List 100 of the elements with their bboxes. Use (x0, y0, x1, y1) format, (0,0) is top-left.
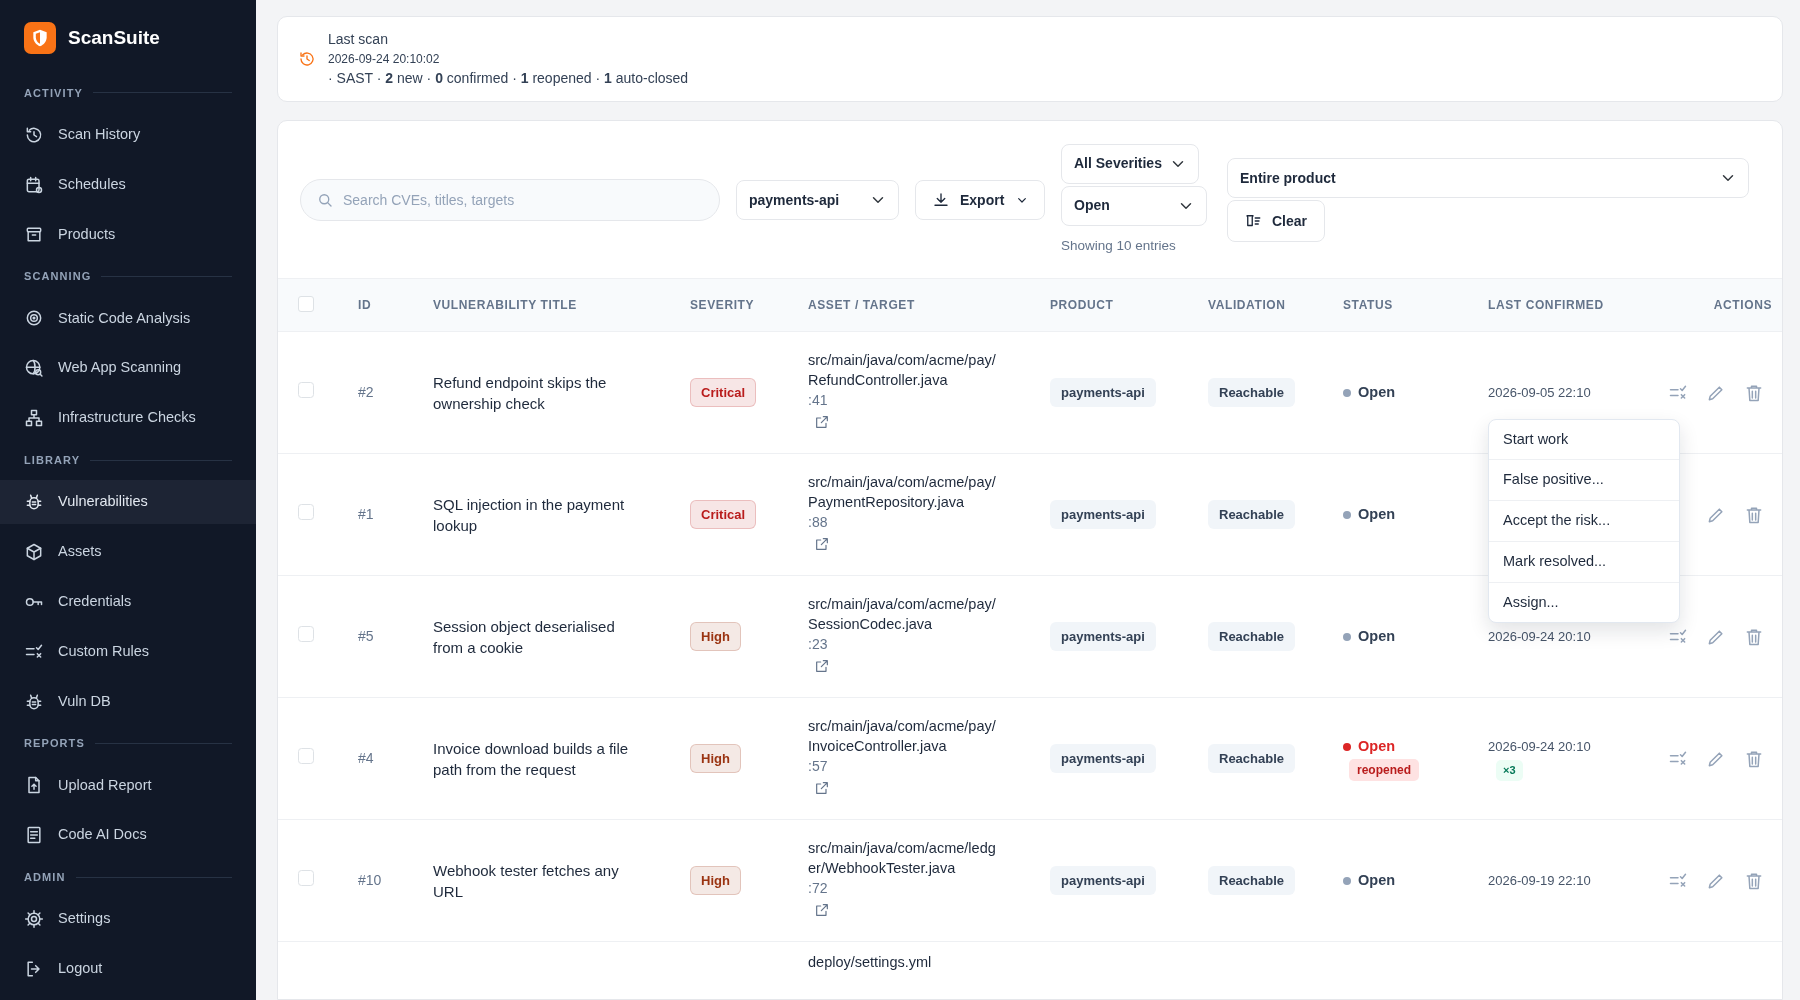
globe-icon (24, 358, 44, 379)
last-confirmed-date: 2026-09-05 22:10 (1488, 383, 1592, 402)
sidebar-item[interactable]: Assets (0, 527, 256, 577)
finding-title: Session object deserialised from a cookie (433, 616, 616, 658)
search-icon (316, 191, 334, 209)
section-heading: ACTIVITY (24, 85, 83, 101)
product-tag: payments-api (1050, 865, 1156, 896)
severity-tag: High (690, 743, 741, 774)
finding-id: #4 (358, 750, 374, 766)
column-header: PRODUCT (1050, 298, 1114, 312)
clear-button[interactable]: Clear (1227, 200, 1325, 242)
external-link-icon[interactable] (814, 657, 830, 674)
brand-name: ScanSuite (68, 25, 160, 50)
column-header: ASSET / TARGET (808, 298, 915, 312)
validation-tag: Reachable (1208, 743, 1296, 774)
download-icon (932, 191, 950, 209)
sidebar-item[interactable]: Web App Scanning (0, 343, 256, 394)
select-all-checkbox[interactable] (298, 296, 314, 312)
menu-item[interactable]: Start work (1489, 419, 1679, 460)
column-header: VALIDATION (1208, 298, 1286, 312)
status-text: Open (1358, 382, 1396, 402)
severity-select[interactable]: All Severities (1061, 143, 1199, 184)
severity-tag: High (690, 621, 741, 652)
finding-id: #1 (358, 506, 374, 522)
menu-item[interactable]: False positive... (1489, 459, 1679, 500)
external-link-icon[interactable] (814, 779, 830, 796)
sidebar-item[interactable]: Vuln DB (0, 676, 256, 727)
row-checkbox[interactable] (298, 626, 314, 642)
sidebar-item[interactable]: Upload Report (0, 760, 256, 811)
validation-tag: Reachable (1208, 865, 1296, 896)
document-icon (24, 825, 44, 846)
scope-select[interactable]: Entire product (1227, 158, 1749, 198)
product-tag: payments-api (1050, 499, 1156, 530)
section-heading: ADMIN (24, 870, 66, 885)
sidebar-item[interactable]: Static Code Analysis (0, 293, 256, 344)
validation-tag: Reachable (1208, 499, 1296, 530)
asset-path: deploy/settings.yml (808, 953, 933, 972)
reopened-tag: reopened (1349, 759, 1419, 782)
line-number: :41 (808, 390, 829, 410)
sidebar-item[interactable]: Settings (0, 894, 256, 945)
sidebar-item[interactable]: Vulnerabilities (0, 480, 256, 524)
severity-tag: High (690, 865, 741, 896)
status-text: Open (1358, 736, 1396, 756)
finding-title: Refund endpoint skips the ownership check (433, 372, 608, 414)
sidebar-item[interactable]: Code AI Docs (0, 810, 256, 861)
menu-item[interactable]: Accept the risk... (1489, 500, 1679, 541)
scan-summary: · SAST · 2 new · 0 confirmed · 1 reopened · 1 auto-closed (328, 69, 689, 88)
status-select[interactable]: Open (1061, 185, 1207, 226)
line-number: :72 (808, 878, 829, 898)
column-header: ACTIONS (1713, 298, 1772, 312)
asset-path: src/main/java/com/acme/ledger/WebhookTester.java (808, 838, 997, 878)
product-tag: payments-api (1050, 743, 1156, 774)
product-tag: payments-api (1050, 377, 1156, 408)
sidebar-item[interactable]: Scan History (0, 109, 256, 160)
external-link-icon[interactable] (814, 535, 830, 552)
sidebar-item[interactable]: Infrastructure Checks (0, 393, 256, 444)
finding-title: Webhook tester fetches any URL (433, 860, 620, 902)
sidebar-item[interactable]: Credentials (0, 576, 256, 627)
column-header: ID (358, 298, 372, 312)
line-number: :23 (808, 634, 829, 654)
column-header: SEVERITY (690, 298, 755, 312)
scan-time: 2026-09-24 20:10:02 (328, 51, 441, 68)
severity-tag: Critical (690, 499, 757, 530)
section-heading: SCANNING (24, 269, 92, 285)
sidebar-item[interactable]: Custom Rules (0, 626, 256, 677)
row-checkbox[interactable] (298, 504, 314, 520)
line-number: :57 (808, 756, 829, 776)
shield-logo-icon (24, 22, 56, 54)
search-field[interactable]: Search CVEs, titles, targets (300, 179, 720, 221)
export-button[interactable]: Export (915, 180, 1045, 220)
validation-tag: Reachable (1208, 621, 1296, 652)
section-heading: REPORTS (24, 736, 85, 752)
scan-title: Last scan (328, 30, 389, 49)
sidebar-item[interactable]: Schedules (0, 159, 256, 210)
entries-count: Showing 10 entries (1061, 236, 1177, 255)
finding-id: #5 (358, 628, 374, 644)
row-checkbox[interactable] (298, 748, 314, 764)
column-header: STATUS (1343, 298, 1393, 312)
product-select[interactable]: payments-api (736, 180, 899, 220)
row-checkbox[interactable] (298, 870, 314, 886)
external-link-icon[interactable] (814, 413, 830, 430)
menu-item[interactable]: Assign... (1489, 581, 1679, 623)
external-link-icon[interactable] (814, 901, 830, 918)
severity-tag: Critical (690, 377, 757, 408)
menu-item[interactable]: Mark resolved... (1489, 540, 1679, 582)
finding-id: #10 (358, 872, 382, 888)
last-confirmed-date: 2026-09-24 20:10 (1488, 737, 1592, 756)
logout-link[interactable]: Logout (0, 944, 256, 994)
asset-path: src/main/java/com/acme/pay/RefundController.java (808, 350, 997, 390)
settings-icon (24, 909, 44, 930)
sidebar-item[interactable]: Products (0, 209, 256, 260)
confirm-count-tag: ×3 (1496, 760, 1523, 781)
line-number: :88 (808, 512, 829, 532)
status-text: Open (1358, 870, 1396, 890)
status-text: Open (1358, 626, 1396, 646)
section-heading: LIBRARY (24, 452, 81, 468)
network-icon (24, 408, 44, 429)
calendar-icon (24, 174, 44, 195)
column-header: LAST CONFIRMED (1488, 298, 1604, 312)
row-checkbox[interactable] (298, 382, 314, 398)
